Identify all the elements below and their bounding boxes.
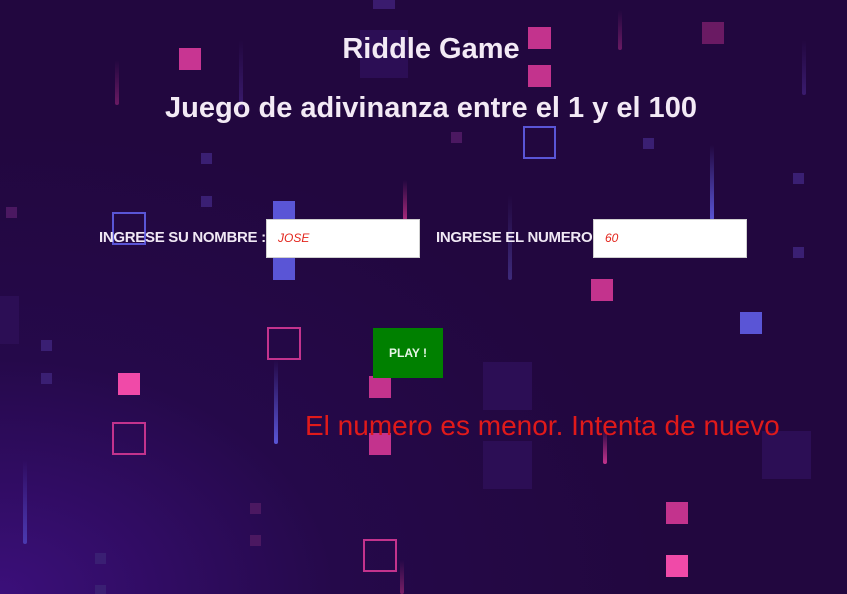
background-square	[95, 553, 106, 564]
background-square	[369, 376, 391, 398]
name-label: INGRESE SU NOMBRE :	[99, 229, 266, 246]
background-square	[201, 196, 212, 207]
number-input[interactable]: 60	[593, 219, 747, 258]
background-square	[41, 340, 52, 351]
play-button[interactable]: PLAY !	[373, 328, 443, 378]
background-square	[483, 362, 532, 410]
background-square	[793, 247, 804, 258]
background-streak	[400, 560, 404, 594]
name-input[interactable]: JOSE	[266, 219, 420, 258]
animated-background	[0, 0, 847, 594]
background-square	[666, 555, 688, 577]
background-streak	[403, 180, 407, 220]
background-square	[0, 296, 19, 344]
background-square	[740, 312, 762, 334]
page-subtitle: Juego de adivinanza entre el 1 y el 100	[165, 92, 697, 124]
background-square-outline	[363, 539, 397, 572]
background-streak	[23, 460, 27, 544]
background-square	[273, 258, 295, 280]
page-title: Riddle Game	[342, 33, 520, 65]
background-square	[451, 132, 462, 143]
background-square	[591, 279, 613, 301]
background-square	[666, 502, 688, 524]
background-square	[6, 207, 17, 218]
background-square	[793, 173, 804, 184]
number-label: INGRESE EL NUMERO	[436, 229, 593, 246]
background-square-outline	[267, 327, 301, 360]
background-square	[250, 503, 261, 514]
result-message: El numero es menor. Intenta de nuevo	[305, 410, 780, 441]
background-square	[373, 0, 395, 9]
background-square	[95, 585, 106, 594]
background-square	[118, 373, 140, 395]
background-square	[528, 65, 551, 87]
background-square-outline	[112, 422, 146, 455]
background-square	[201, 153, 212, 164]
background-square-outline	[523, 126, 556, 159]
background-square	[41, 373, 52, 384]
background-square	[483, 441, 532, 489]
background-square	[643, 138, 654, 149]
background-square	[250, 535, 261, 546]
background-streak	[710, 145, 714, 220]
background-streak	[274, 360, 278, 444]
